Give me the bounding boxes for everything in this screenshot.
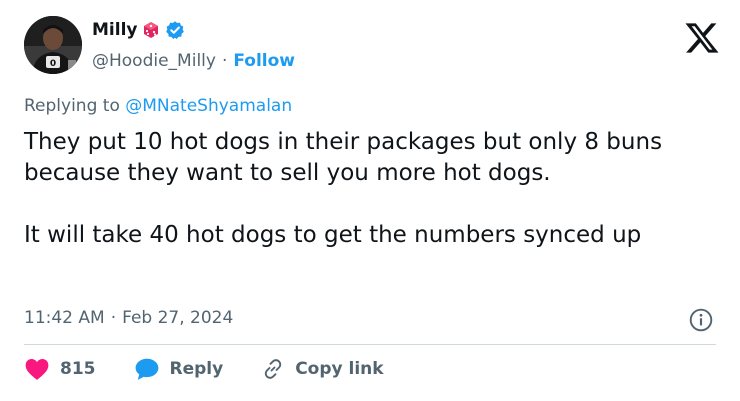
tweet-card: 0 Milly @Hoodie_Milly · Follow Replying …: [0, 0, 740, 401]
die-icon: [142, 21, 160, 39]
verified-icon: [165, 20, 185, 40]
speech-bubble-icon: [134, 357, 160, 381]
like-button[interactable]: 815: [24, 357, 96, 381]
like-count: 815: [60, 359, 96, 379]
reply-context-mention[interactable]: @MNateShyamalan: [125, 96, 292, 116]
action-bar: 815 Reply Copy link: [24, 357, 422, 381]
avatar[interactable]: 0: [24, 16, 82, 74]
meta-separator: ·: [110, 308, 117, 328]
x-logo-icon[interactable]: [684, 20, 720, 56]
link-icon: [261, 357, 285, 381]
tweet-text: They put 10 hot dogs in their packages b…: [24, 127, 724, 251]
author-handle[interactable]: @Hoodie_Milly: [92, 51, 216, 71]
tweet-timestamp[interactable]: 11:42 AM · Feb 27, 2024: [24, 308, 233, 328]
reply-button[interactable]: Reply: [134, 357, 224, 381]
heart-icon: [24, 357, 50, 381]
avatar-image: 0: [24, 16, 82, 74]
info-icon[interactable]: [688, 307, 714, 333]
follow-button[interactable]: Follow: [233, 51, 295, 71]
tweet-time: 11:42 AM: [24, 308, 105, 328]
copy-link-label: Copy link: [295, 359, 384, 379]
tweet-paragraph-1: They put 10 hot dogs in their packages b…: [24, 129, 663, 186]
reply-context: Replying to @MNateShyamalan: [24, 96, 292, 116]
divider: [24, 344, 716, 345]
reply-label: Reply: [169, 359, 224, 379]
author-name[interactable]: Milly: [92, 20, 137, 40]
svg-text:0: 0: [50, 59, 56, 69]
author-name-row: Milly: [92, 20, 185, 40]
reply-context-prefix: Replying to: [24, 96, 120, 116]
handle-row: @Hoodie_Milly · Follow: [92, 51, 295, 71]
copy-link-button[interactable]: Copy link: [261, 357, 384, 381]
tweet-date: Feb 27, 2024: [122, 308, 234, 328]
handle-separator: ·: [221, 51, 228, 71]
tweet-paragraph-2: It will take 40 hot dogs to get the numb…: [24, 222, 642, 248]
